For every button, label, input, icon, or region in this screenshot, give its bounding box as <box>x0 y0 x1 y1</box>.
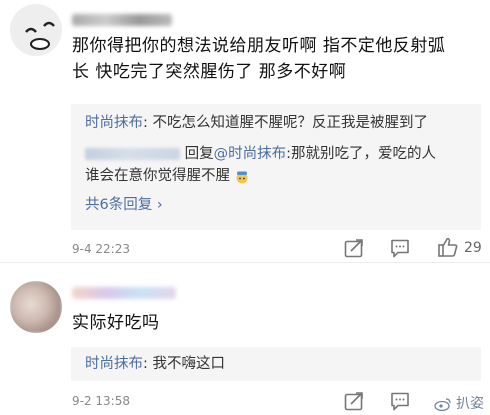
comment-time: 9-4 22:23 <box>72 242 130 256</box>
username[interactable] <box>72 14 172 26</box>
username[interactable] <box>72 287 176 299</box>
comment-icon[interactable] <box>389 390 411 412</box>
blurred-username[interactable] <box>85 148 180 160</box>
watermark: 扒姿 <box>433 393 484 413</box>
avatar[interactable] <box>10 281 62 333</box>
comment-icon[interactable] <box>389 237 411 259</box>
reply-text: : 不吃怎么知道腥不腥呢？反正我是被腥到了 <box>143 115 428 131</box>
reply-author[interactable]: 时尚抹布 <box>85 356 143 372</box>
avatar-face-icon <box>10 4 62 56</box>
share-icon[interactable] <box>343 237 365 259</box>
reply-text: 谁会在意你觉得腥不腥 <box>85 168 230 184</box>
reply-mention[interactable]: @时尚抹布 <box>214 146 287 162</box>
reply-item[interactable]: 回复@时尚抹布:那就别吃了，爱吃的人 <box>85 143 436 165</box>
reply-item[interactable]: 时尚抹布: 不吃怎么知道腥不腥呢？反正我是被腥到了 <box>85 112 428 134</box>
share-icon[interactable] <box>343 390 365 412</box>
comment-text: 那你得把你的想法说给朋友听啊 指不定他反射弧 长 快吃完了突然腥伤了 那多不好啊 <box>72 33 445 85</box>
reply-author[interactable]: 时尚抹布 <box>85 115 143 131</box>
like-count: 29 <box>464 240 482 256</box>
reply-item[interactable]: 时尚抹布: 我不嗨这口 <box>85 353 225 375</box>
comment-text-line: 那你得把你的想法说给朋友听啊 指不定他反射弧 <box>72 36 446 56</box>
emoji-icon <box>235 169 249 184</box>
like-icon[interactable] <box>437 236 459 258</box>
avatar-image <box>10 281 62 333</box>
avatar[interactable] <box>10 4 62 56</box>
reply-box: 时尚抹布: 我不嗨这口 <box>71 347 481 381</box>
reply-verb: 回复 <box>184 146 214 162</box>
comment-item: 实际好吃吗 时尚抹布: 我不嗨这口 9-2 13:58 <box>0 263 490 415</box>
comment-thread: 那你得把你的想法说给朋友听啊 指不定他反射弧 长 快吃完了突然腥伤了 那多不好啊… <box>0 0 490 415</box>
watermark-text: 扒姿 <box>456 396 484 412</box>
reply-box: 时尚抹布: 不吃怎么知道腥不腥呢？反正我是被腥到了 回复@时尚抹布:那就别吃了，… <box>71 104 481 230</box>
comment-time: 9-2 13:58 <box>72 394 130 408</box>
weibo-logo-icon <box>433 397 452 412</box>
reply-item-continued: 谁会在意你觉得腥不腥 <box>85 165 249 187</box>
comment-text: 实际好吃吗 <box>72 313 160 333</box>
comment-text-line: 长 快吃完了突然腥伤了 那多不好啊 <box>72 62 347 82</box>
reply-text: :那就别吃了，爱吃的人 <box>286 146 436 162</box>
reply-text: : 我不嗨这口 <box>143 356 225 372</box>
more-replies-link[interactable]: 共6条回复 › <box>85 195 163 215</box>
comment-item: 那你得把你的想法说给朋友听啊 指不定他反射弧 长 快吃完了突然腥伤了 那多不好啊… <box>0 0 490 260</box>
